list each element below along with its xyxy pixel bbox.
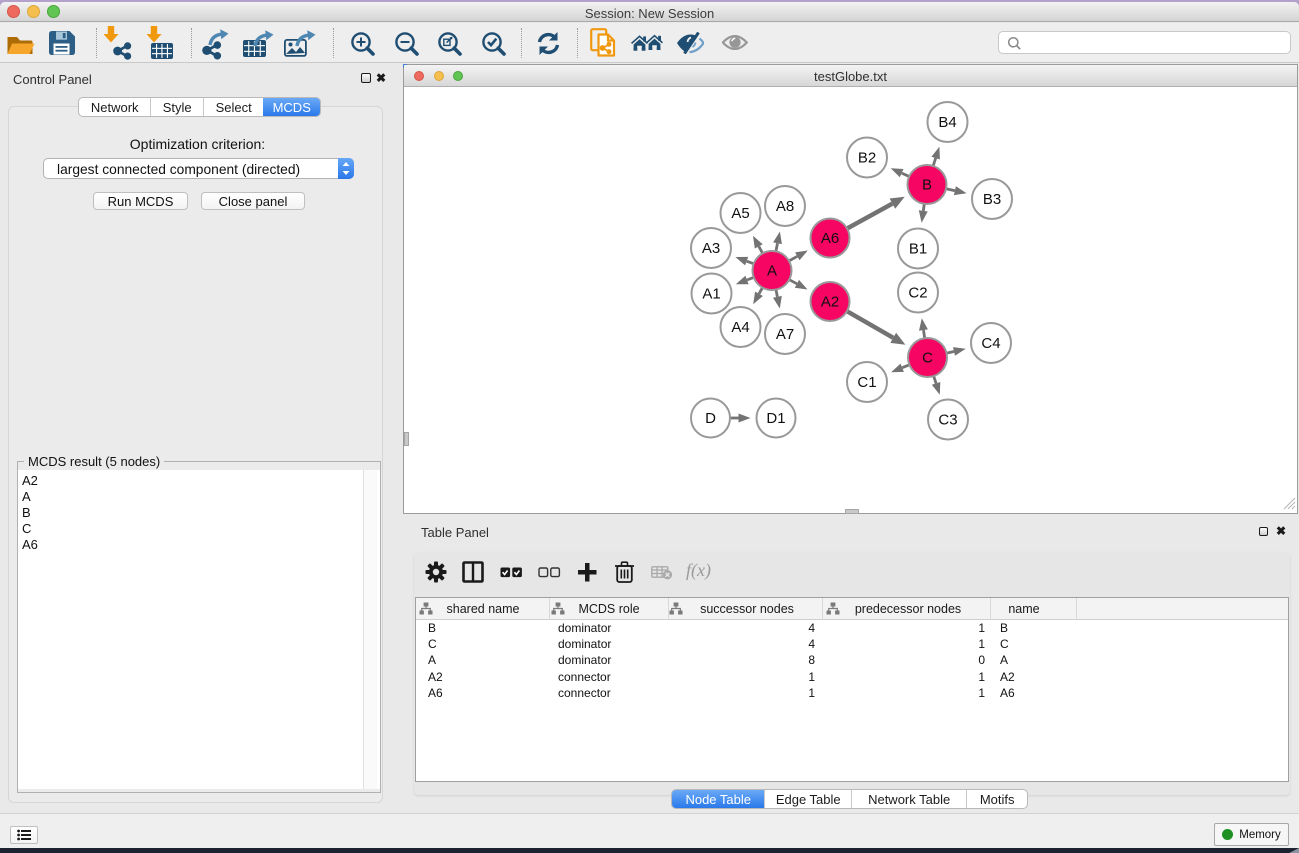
svg-text:A: A — [767, 263, 777, 280]
svg-text:C2: C2 — [908, 285, 927, 302]
svg-text:A2: A2 — [821, 294, 839, 311]
svg-text:B4: B4 — [938, 114, 956, 131]
svg-text:D1: D1 — [766, 410, 785, 427]
svg-text:A1: A1 — [702, 286, 720, 303]
svg-text:A5: A5 — [731, 205, 749, 222]
svg-text:B2: B2 — [858, 150, 876, 167]
svg-text:B1: B1 — [909, 241, 927, 258]
svg-text:B3: B3 — [983, 191, 1001, 208]
svg-text:A6: A6 — [821, 230, 839, 247]
svg-text:C3: C3 — [938, 412, 957, 429]
svg-text:A3: A3 — [702, 240, 720, 257]
svg-text:D: D — [705, 410, 716, 427]
svg-text:C4: C4 — [981, 335, 1000, 352]
svg-text:A4: A4 — [731, 319, 749, 336]
svg-text:A7: A7 — [776, 326, 794, 343]
svg-text:C1: C1 — [857, 374, 876, 391]
svg-text:A8: A8 — [776, 198, 794, 215]
svg-text:B: B — [922, 177, 932, 194]
svg-text:C: C — [922, 350, 933, 367]
